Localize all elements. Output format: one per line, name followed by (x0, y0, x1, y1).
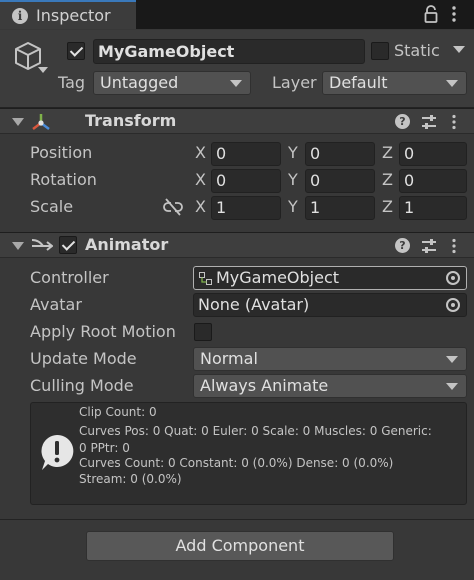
static-dropdown-arrow-icon[interactable] (452, 42, 466, 56)
animator-icon (31, 239, 53, 251)
tag-dropdown[interactable]: Untagged (93, 71, 251, 95)
avatar-field[interactable]: None (Avatar) (193, 293, 467, 317)
animator-controller-icon (199, 272, 212, 285)
transform-title: Transform (85, 111, 177, 130)
static-checkbox[interactable] (371, 42, 389, 60)
animator-title: Animator (85, 235, 169, 254)
transform-axes-icon (32, 114, 50, 130)
apply-root-motion-checkbox[interactable] (194, 323, 212, 341)
culling-mode-value: Always Animate (200, 376, 329, 395)
layer-value: Default (329, 73, 388, 92)
axis-x-label[interactable]: X (195, 197, 206, 216)
tag-value: Untagged (100, 73, 179, 92)
apply-root-motion-label: Apply Root Motion (30, 322, 176, 341)
info-line: Stream: 0 (0.0%) (79, 472, 182, 486)
rotation-z-field[interactable]: 0 (399, 169, 467, 193)
controller-label: Controller (30, 268, 109, 287)
active-checkbox[interactable] (67, 42, 85, 60)
scale-z-field[interactable]: 1 (399, 196, 467, 220)
transform-body: Position X 0 Y 0 Z 0 Rotation X 0 Y 0 Z … (0, 134, 474, 232)
axis-y-label[interactable]: Y (288, 170, 298, 189)
foldout-arrow-icon[interactable] (12, 242, 24, 250)
axis-y-label[interactable]: Y (288, 197, 298, 216)
update-mode-dropdown[interactable]: Normal (193, 347, 467, 371)
help-icon[interactable]: ? (395, 238, 410, 253)
culling-mode-label: Culling Mode (30, 376, 134, 395)
unlinked-chain-icon[interactable] (163, 198, 183, 216)
avatar-value: None (Avatar) (198, 295, 310, 314)
rotation-label[interactable]: Rotation (30, 170, 97, 189)
info-speech-bubble-icon (41, 434, 74, 470)
tab-bar: i Inspector (0, 0, 474, 29)
chevron-down-icon (230, 80, 242, 87)
tab-title: Inspector (36, 6, 111, 25)
icon-dropdown-arrow-icon[interactable] (38, 66, 48, 74)
axis-y-label[interactable]: Y (288, 143, 298, 162)
info-line: 0 PPtr: 0 (79, 441, 130, 455)
lock-icon[interactable] (424, 5, 438, 23)
object-name-field[interactable]: MyGameObject (93, 39, 365, 64)
help-icon[interactable]: ? (395, 114, 410, 129)
controller-value: MyGameObject (216, 268, 340, 287)
scale-x-field[interactable]: 1 (211, 196, 281, 220)
controller-field[interactable]: MyGameObject (193, 266, 467, 290)
layer-label: Layer (272, 73, 317, 92)
animator-enabled-checkbox[interactable] (59, 236, 77, 254)
chevron-down-icon (446, 80, 458, 87)
chevron-down-icon (446, 383, 458, 390)
scale-label[interactable]: Scale (30, 197, 73, 216)
update-mode-label: Update Mode (30, 349, 137, 368)
presets-icon[interactable] (421, 238, 437, 254)
update-mode-value: Normal (200, 349, 258, 368)
axis-z-label[interactable]: Z (382, 143, 393, 162)
scale-y-field[interactable]: 1 (305, 196, 375, 220)
kebab-menu-icon[interactable] (452, 238, 456, 254)
add-component-button[interactable]: Add Component (86, 531, 394, 561)
presets-icon[interactable] (421, 114, 437, 130)
divider (0, 519, 474, 520)
static-label: Static (394, 41, 440, 60)
tag-label: Tag (58, 73, 86, 92)
position-z-field[interactable]: 0 (399, 142, 467, 166)
rotation-y-field[interactable]: 0 (305, 169, 375, 193)
animator-info-box: Clip Count: 0 Curves Pos: 0 Quat: 0 Eule… (30, 402, 467, 505)
position-y-field[interactable]: 0 (305, 142, 375, 166)
axis-x-label[interactable]: X (195, 170, 206, 189)
transform-header[interactable]: Transform ? (0, 108, 474, 134)
object-picker-icon[interactable] (446, 298, 460, 312)
gameobject-header: MyGameObject Static Tag Untagged Layer D… (0, 30, 474, 108)
foldout-arrow-icon[interactable] (12, 118, 24, 126)
position-x-field[interactable]: 0 (211, 142, 281, 166)
kebab-menu-icon[interactable] (452, 114, 456, 130)
chevron-down-icon (446, 356, 458, 363)
axis-z-label[interactable]: Z (382, 170, 393, 189)
axis-x-label[interactable]: X (195, 143, 206, 162)
axis-z-label[interactable]: Z (382, 197, 393, 216)
info-line: Curves Count: 0 Constant: 0 (0.0%) Dense… (79, 456, 394, 470)
kebab-menu-icon[interactable] (451, 5, 457, 23)
culling-mode-dropdown[interactable]: Always Animate (193, 374, 467, 398)
avatar-label: Avatar (30, 295, 82, 314)
position-label[interactable]: Position (30, 143, 92, 162)
info-line: Curves Pos: 0 Quat: 0 Euler: 0 Scale: 0 … (79, 424, 432, 438)
animator-header[interactable]: Animator ? (0, 232, 474, 258)
rotation-x-field[interactable]: 0 (211, 169, 281, 193)
layer-dropdown[interactable]: Default (322, 71, 467, 95)
info-line: Clip Count: 0 (79, 405, 157, 419)
info-icon: i (12, 7, 28, 24)
tab-inspector[interactable]: i Inspector (0, 0, 136, 29)
object-picker-icon[interactable] (446, 271, 460, 285)
